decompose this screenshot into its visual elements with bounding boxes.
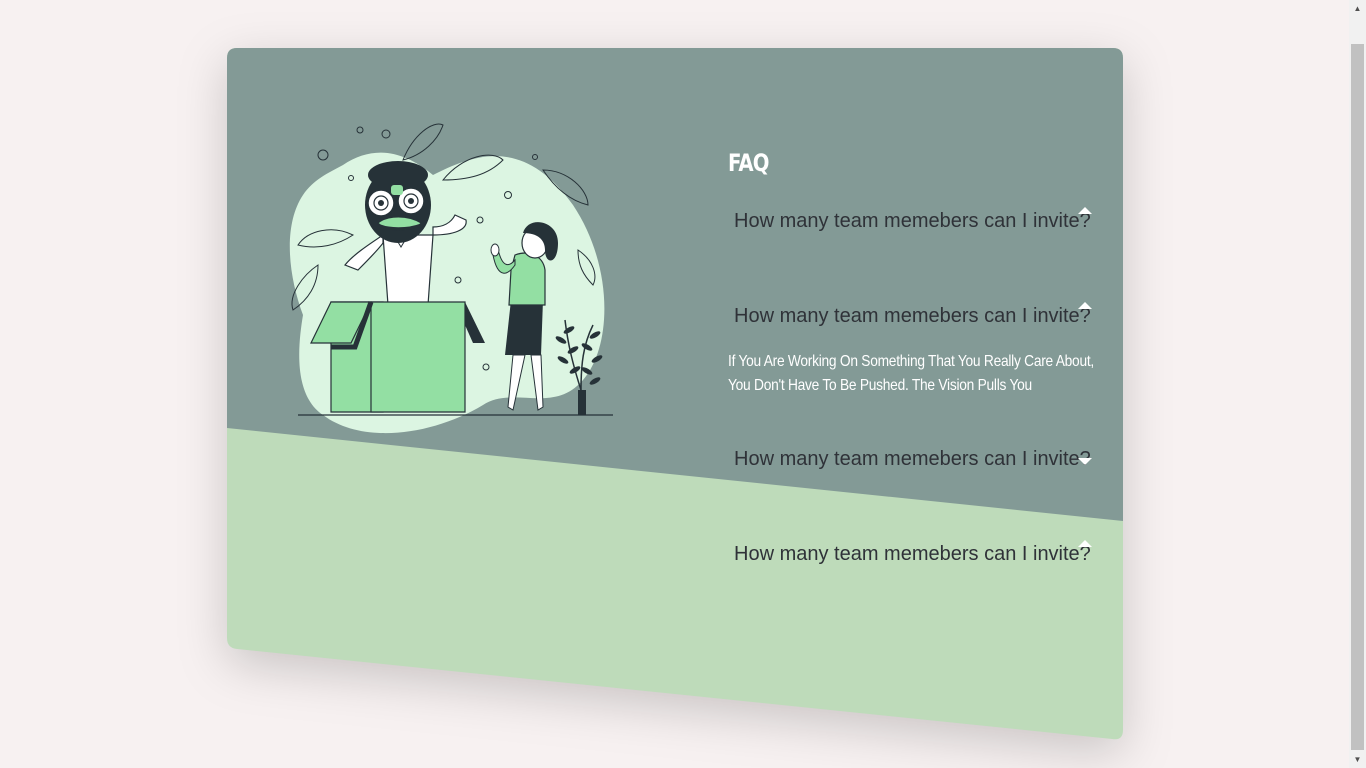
- faq-item-3[interactable]: How many team memebers can I invite?: [728, 444, 1100, 474]
- caret-up-icon[interactable]: [1078, 540, 1092, 547]
- faq-title: FAQ: [728, 149, 770, 177]
- faq-item-2[interactable]: How many team memebers can I invite?: [728, 301, 1100, 331]
- caret-up-icon[interactable]: [1078, 207, 1092, 214]
- caret-down-icon[interactable]: [1078, 458, 1092, 465]
- faq-item-1[interactable]: How many team memebers can I invite?: [728, 206, 1100, 236]
- faq-question[interactable]: How many team memebers can I invite?: [734, 539, 1091, 569]
- scroll-down-arrow-icon[interactable]: ▼: [1349, 751, 1366, 768]
- scroll-up-arrow-icon[interactable]: ▲: [1349, 0, 1366, 17]
- faq-answer: If You Are Working On Something That You…: [728, 353, 1094, 394]
- faq-question[interactable]: How many team memebers can I invite?: [734, 444, 1091, 474]
- surprise-box-illustration: [289, 123, 613, 434]
- faq-question[interactable]: How many team memebers can I invite?: [734, 301, 1091, 331]
- scrollbar-thumb[interactable]: [1351, 44, 1364, 750]
- faq-section: FAQ How many team memebers can I invite?…: [728, 140, 1100, 565]
- caret-up-icon[interactable]: [1078, 302, 1092, 309]
- faq-question[interactable]: How many team memebers can I invite?: [734, 206, 1091, 236]
- page: FAQ How many team memebers can I invite?…: [0, 0, 1349, 768]
- vertical-scrollbar[interactable]: ▲ ▼: [1349, 0, 1366, 768]
- faq-item-4[interactable]: How many team memebers can I invite?: [728, 539, 1100, 569]
